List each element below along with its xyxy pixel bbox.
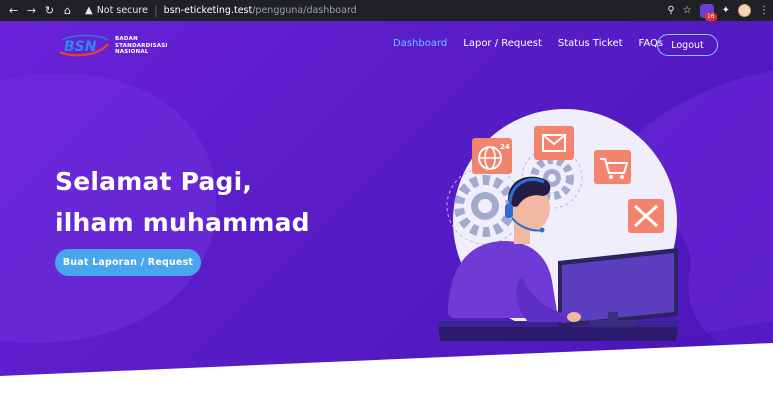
url-host: bsn-eticketing.test <box>163 5 253 16</box>
extension-badge-count: 16 <box>704 12 717 21</box>
nav-status-ticket[interactable]: Status Ticket <box>558 38 623 49</box>
address-divider: | <box>153 4 158 17</box>
bsn-logo-mark: BSN <box>59 34 109 57</box>
greeting-line-1: Selamat Pagi, <box>55 167 253 196</box>
tools-icon <box>628 199 664 233</box>
logo-line-3: NASIONAL <box>115 49 149 56</box>
greeting-user-name: ilham muhammad <box>55 208 310 237</box>
browser-toolbar: ← → ↻ ⌂ ▲ Not secure | bsn-eticketing.te… <box>0 0 773 21</box>
globe-badge-number: 24 <box>500 143 510 151</box>
back-arrow-icon[interactable]: ← <box>6 3 21 18</box>
forward-arrow-icon[interactable]: → <box>24 3 39 18</box>
key-icon[interactable]: ⚲ <box>667 5 674 16</box>
puzzle-icon[interactable]: ✦ <box>722 5 730 16</box>
menu-icon[interactable]: ⋮ <box>759 5 769 16</box>
support-agent-illustration: 24 <box>438 109 678 341</box>
create-report-button[interactable]: Buat Laporan / Request <box>55 249 201 276</box>
cart-icon <box>594 150 631 184</box>
extension-icon[interactable]: 16 <box>699 3 717 21</box>
reload-icon[interactable]: ↻ <box>42 3 57 18</box>
nav-dashboard[interactable]: Dashboard <box>393 38 447 49</box>
home-icon[interactable]: ⌂ <box>60 3 75 18</box>
hero-section: BSN BADAN STANDARDISASI NASIONAL Dashboa… <box>0 21 773 403</box>
warning-icon: ▲ <box>85 5 93 16</box>
globe-icon: 24 <box>472 138 512 174</box>
security-label: Not secure <box>96 5 148 16</box>
address-bar[interactable]: ▲ Not secure | bsn-eticketing.test /peng… <box>85 2 357 19</box>
profile-icon[interactable] <box>738 4 751 17</box>
nav-lapor-request[interactable]: Lapor / Request <box>463 38 542 49</box>
url-path: /pengguna/dashboard <box>252 5 357 16</box>
greeting: Selamat Pagi, ilham muhammad <box>55 161 310 243</box>
mail-icon <box>534 126 574 160</box>
logo-abbr: BSN <box>64 39 97 55</box>
logo-text: BADAN STANDARDISASI NASIONAL <box>115 36 168 56</box>
logout-button[interactable]: Logout <box>657 34 718 56</box>
star-icon[interactable]: ☆ <box>683 5 692 16</box>
main-nav: Dashboard Lapor / Request Status Ticket … <box>393 38 679 49</box>
bsn-logo[interactable]: BSN BADAN STANDARDISASI NASIONAL <box>58 34 168 58</box>
